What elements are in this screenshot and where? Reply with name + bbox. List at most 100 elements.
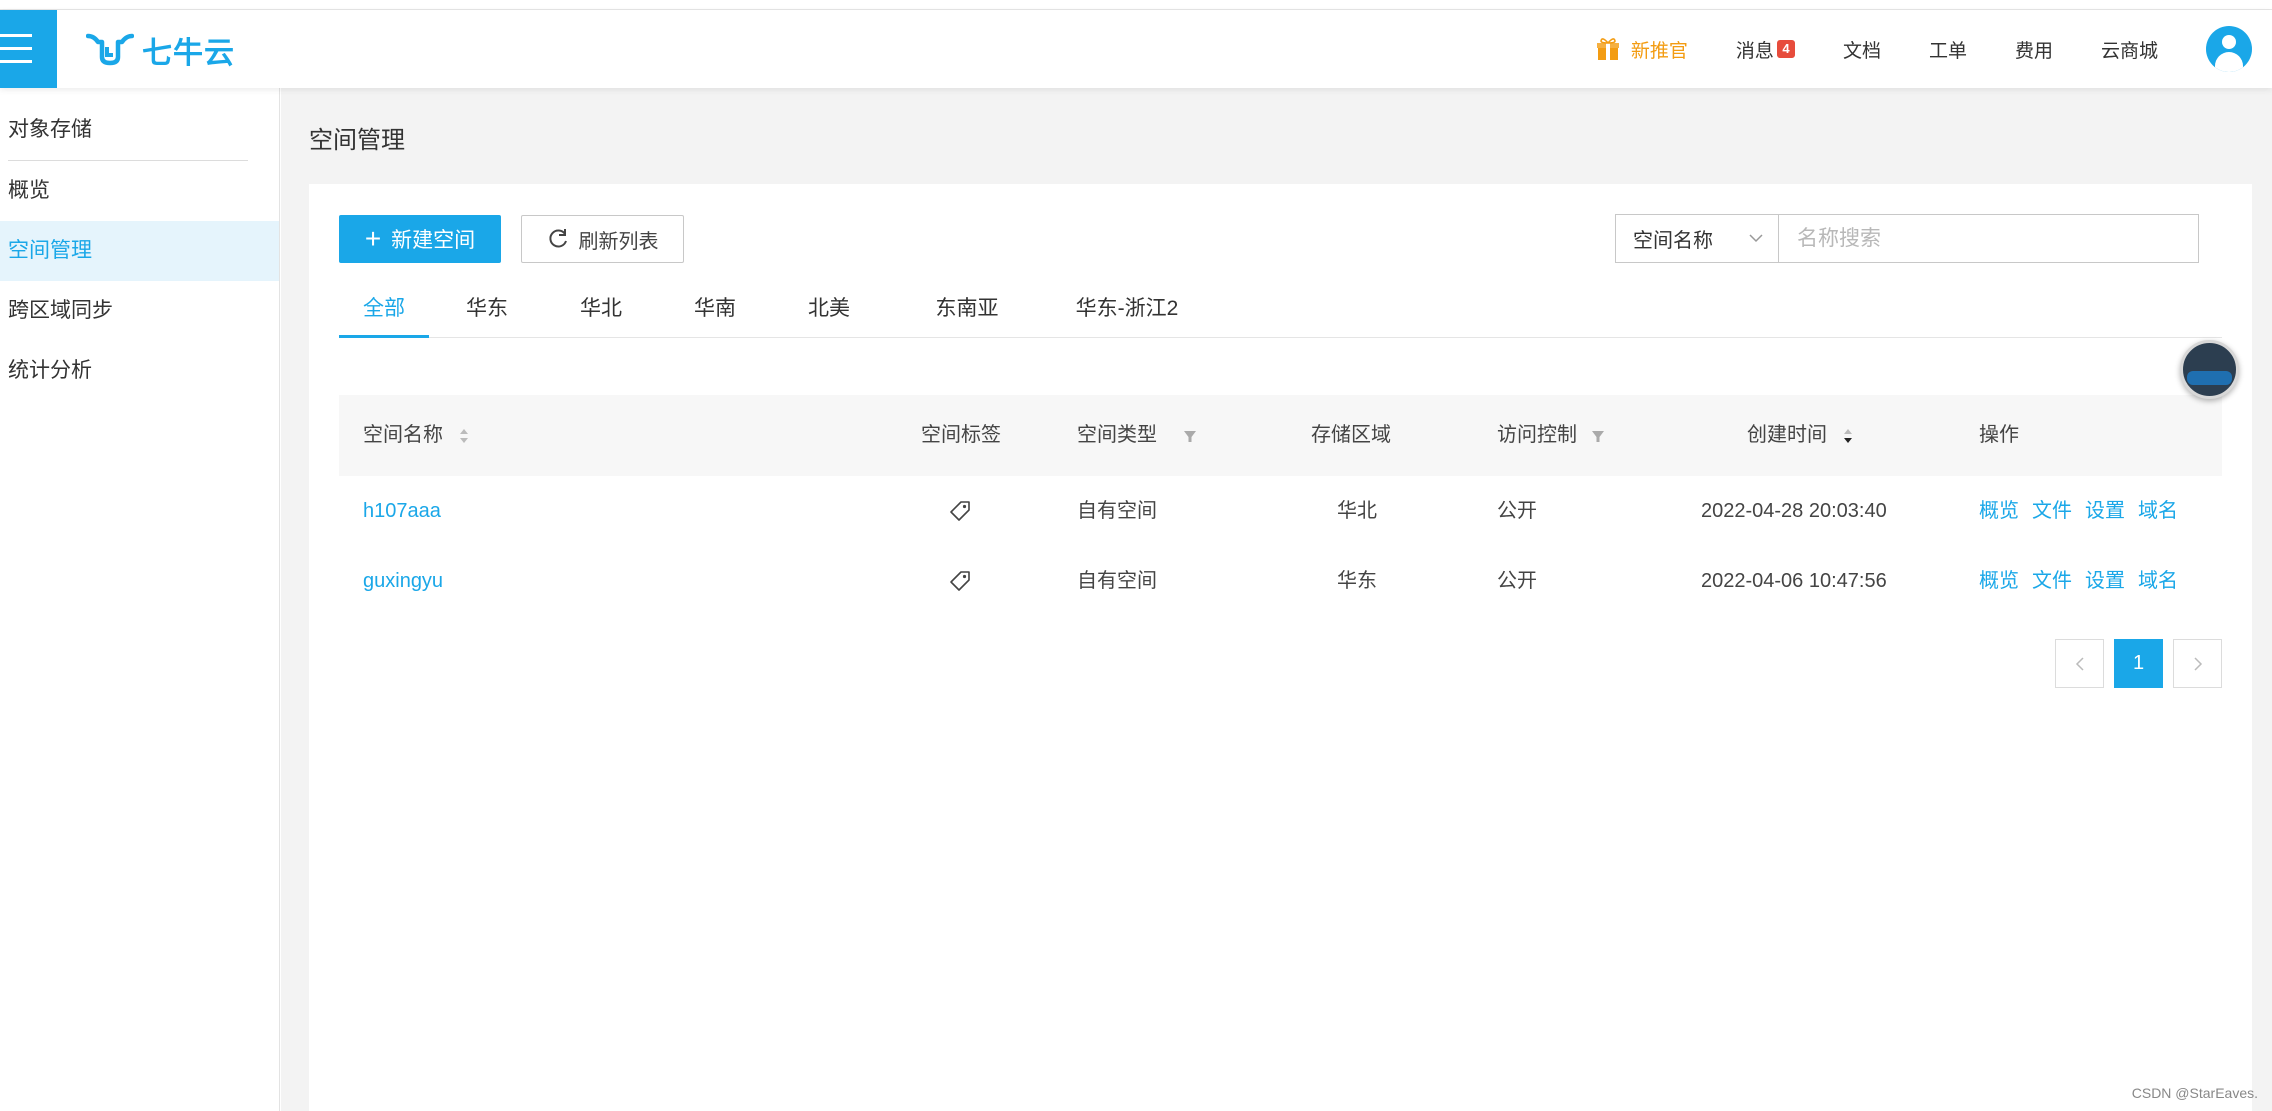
brand-logo[interactable]: 七牛云 (86, 30, 235, 70)
bucket-created-time: 2022-04-06 10:47:56 (1701, 570, 1887, 592)
search-field-value: 空间名称 (1633, 230, 1713, 252)
page-title: 空间管理 (309, 127, 405, 154)
action-files-link[interactable]: 文件 (2032, 546, 2072, 616)
bucket-name-link[interactable]: h107aaa (363, 476, 441, 546)
bucket-type: 自有空间 (1077, 570, 1157, 592)
avatar-body-shape (2215, 52, 2243, 72)
row-actions: 概览 文件 设置 域名 (1979, 546, 2178, 616)
column-name-label: 空间名称 (363, 424, 443, 446)
sort-desc-icon (1844, 428, 1852, 443)
sort-icon (460, 428, 468, 443)
tag-icon (950, 501, 970, 521)
promo-label: 新推官 (1630, 40, 1688, 62)
column-header-region: 存储区域 (1311, 424, 1391, 446)
tab-north-china[interactable]: 华北 (571, 292, 631, 338)
column-type-label: 空间类型 (1077, 424, 1157, 446)
bucket-access: 公开 (1497, 500, 1537, 522)
hamburger-line (0, 47, 32, 50)
edit-tags-button[interactable] (949, 476, 971, 546)
action-domains-link[interactable]: 域名 (2138, 476, 2178, 546)
sidebar-item-cross-region-sync[interactable]: 跨区域同步 (0, 281, 279, 341)
bucket-search-input[interactable] (1778, 214, 2199, 263)
chevron-left-icon (2075, 656, 2084, 671)
floating-widget-wave (2187, 371, 2232, 385)
refresh-icon (548, 229, 567, 248)
sidebar-item-bucket-management[interactable]: 空间管理 (0, 221, 279, 281)
column-access-label: 访问控制 (1497, 424, 1577, 446)
tab-east-china[interactable]: 华东 (457, 292, 517, 338)
message-count-badge: 4 (1776, 40, 1795, 58)
column-header-created[interactable]: 创建时间 (1747, 395, 1855, 476)
window-top-edge (0, 0, 2272, 10)
tab-all[interactable]: 全部 (339, 292, 429, 338)
docs-link[interactable]: 文档 (1843, 36, 1881, 63)
tag-icon (950, 571, 970, 591)
gift-icon (1596, 38, 1619, 60)
promo-link[interactable]: 新推官 (1596, 36, 1688, 63)
column-header-actions: 操作 (1979, 424, 2019, 446)
floating-assistant-button[interactable] (2180, 340, 2239, 399)
action-overview-link[interactable]: 概览 (1979, 476, 2019, 546)
tab-east-china-zhejiang2[interactable]: 华东-浙江2 (1067, 292, 1187, 338)
chevron-down-icon (1749, 234, 1763, 243)
messages-link[interactable]: 消息 4 (1736, 36, 1795, 63)
main-content: 空间管理 + 新建空间 刷新列表 空间名称 全部 (281, 88, 2272, 1111)
top-nav: 新推官 消息 4 文档 工单 费用 云商城 (1596, 10, 2272, 88)
tickets-link[interactable]: 工单 (1929, 36, 1967, 63)
edit-tags-button[interactable] (949, 546, 971, 616)
sidebar-item-statistics[interactable]: 统计分析 (0, 341, 279, 401)
user-avatar[interactable] (2206, 26, 2252, 72)
menu-toggle-button[interactable] (0, 10, 57, 88)
messages-label: 消息 (1735, 40, 1774, 62)
top-bar: 七牛云 新推官 消息 4 文档 工单 费用 云商城 (0, 10, 2272, 88)
bucket-panel: + 新建空间 刷新列表 空间名称 全部 华东 华北 (309, 184, 2252, 1111)
action-domains-link[interactable]: 域名 (2138, 546, 2178, 616)
hamburger-line (0, 34, 32, 37)
action-files-link[interactable]: 文件 (2032, 476, 2072, 546)
new-bucket-label: 新建空间 (391, 229, 476, 252)
bucket-region: 华东 (1337, 570, 1377, 592)
previous-page-button[interactable] (2055, 639, 2104, 688)
column-header-type[interactable]: 空间类型 (1077, 395, 1197, 476)
avatar-head-shape (2222, 35, 2236, 49)
bucket-created-time: 2022-04-28 20:03:40 (1701, 500, 1887, 522)
table-row: guxingyu 自有空间 华东 公开 2022-04-06 10:47:56 … (339, 546, 2222, 616)
search-field-select[interactable]: 空间名称 (1615, 214, 1779, 263)
next-page-button[interactable] (2173, 639, 2222, 688)
bucket-region: 华北 (1337, 500, 1377, 522)
hamburger-line (0, 60, 32, 63)
tab-north-america[interactable]: 北美 (799, 292, 859, 338)
column-header-tags: 空间标签 (921, 424, 1001, 446)
qiniu-logo-icon (86, 33, 134, 66)
brand-name: 七牛云 (142, 37, 235, 70)
billing-link[interactable]: 费用 (2015, 36, 2053, 63)
bucket-type: 自有空间 (1077, 500, 1157, 522)
filter-icon (1592, 430, 1604, 442)
chevron-right-icon (2193, 656, 2202, 671)
table-header: 空间名称 空间标签 空间类型 存储区域 访问控制 创建时间 操作 (339, 395, 2222, 476)
bucket-access: 公开 (1497, 570, 1537, 592)
new-bucket-button[interactable]: + 新建空间 (339, 215, 501, 263)
refresh-list-button[interactable]: 刷新列表 (521, 215, 684, 263)
filter-icon (1184, 430, 1196, 442)
action-settings-link[interactable]: 设置 (2085, 476, 2125, 546)
plus-icon: + (364, 223, 382, 254)
watermark: CSDN @StarEaves. (2131, 1085, 2258, 1101)
page-number-button[interactable]: 1 (2114, 639, 2163, 688)
action-overview-link[interactable]: 概览 (1979, 546, 2019, 616)
sidebar-title: 对象存储 (8, 118, 92, 141)
table-row: h107aaa 自有空间 华北 公开 2022-04-28 20:03:40 概… (339, 476, 2222, 546)
bucket-name-link[interactable]: guxingyu (363, 546, 443, 616)
action-settings-link[interactable]: 设置 (2085, 546, 2125, 616)
sidebar-item-overview[interactable]: 概览 (0, 161, 279, 221)
refresh-list-label: 刷新列表 (578, 230, 659, 253)
marketplace-link[interactable]: 云商城 (2101, 36, 2158, 63)
column-created-label: 创建时间 (1747, 424, 1827, 446)
region-tabs: 全部 华东 华北 华南 北美 东南亚 华东-浙江2 (339, 292, 2222, 338)
sidebar: 对象存储 概览 空间管理 跨区域同步 统计分析 (0, 88, 280, 1111)
row-actions: 概览 文件 设置 域名 (1979, 476, 2178, 546)
column-header-access[interactable]: 访问控制 (1497, 395, 1605, 476)
tab-southeast-asia[interactable]: 东南亚 (927, 292, 1007, 338)
tab-south-china[interactable]: 华南 (685, 292, 745, 338)
column-header-name[interactable]: 空间名称 (363, 395, 471, 476)
